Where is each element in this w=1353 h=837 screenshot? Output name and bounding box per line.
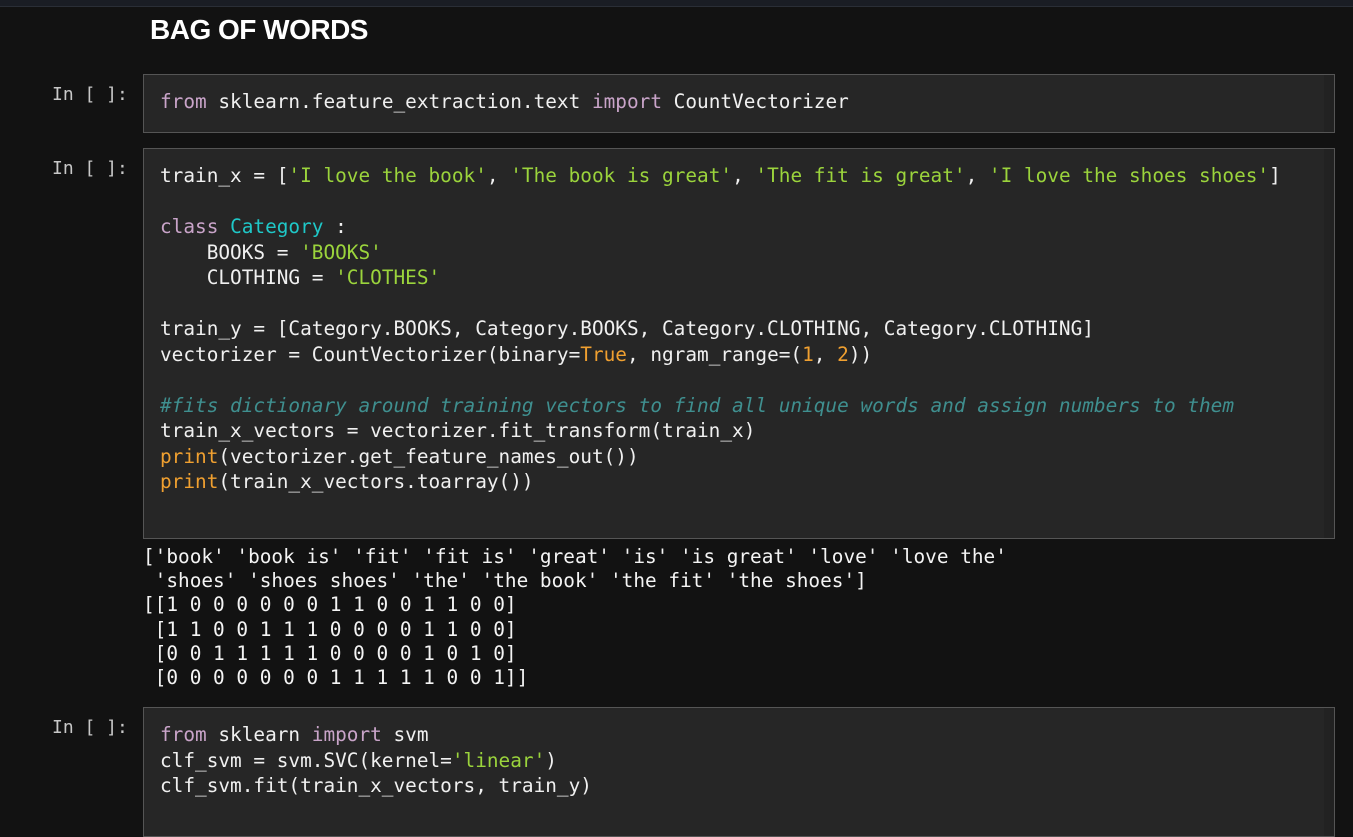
cell-output: ['book' 'book is' 'fit' 'fit is' 'great'… xyxy=(143,545,1007,690)
code-token: CLOTHING = xyxy=(160,266,336,289)
code-token: sklearn xyxy=(206,723,312,746)
cell-prompt: In [ ]: xyxy=(52,84,128,105)
cell-prompt: In [ ]: xyxy=(52,717,128,738)
code-token: sklearn.feature_extraction.text xyxy=(206,90,592,113)
code-line: from sklearn import svm xyxy=(160,722,592,748)
code-token: , xyxy=(732,164,756,187)
code-token: BOOKS = xyxy=(160,240,301,264)
code-token: 'The book is great' xyxy=(510,164,733,187)
cell-scrollbar[interactable] xyxy=(1324,149,1334,538)
cell-scrollbar[interactable] xyxy=(1324,75,1334,132)
code-token: class xyxy=(160,215,219,238)
output-line: [0 0 0 0 0 0 0 1 1 1 1 1 0 0 1]] xyxy=(143,666,529,690)
code-token: CountVectorizer xyxy=(662,90,849,113)
output-line: [0 0 1 1 1 1 1 0 0 0 0 1 0 1 0] xyxy=(143,641,517,665)
code-token: Category xyxy=(230,215,324,238)
code-token: from xyxy=(160,723,207,746)
top-bar xyxy=(0,0,1353,7)
code-token: , xyxy=(813,342,838,366)
code-editor[interactable]: from sklearn.feature_extraction.text imp… xyxy=(160,89,849,115)
code-token: 'I love the shoes shoes' xyxy=(988,164,1270,187)
output-line: ['book' 'book is' 'fit' 'fit is' 'great'… xyxy=(143,545,1007,568)
code-token: from xyxy=(160,90,207,113)
code-line: train_x = ['I love the book', 'The book … xyxy=(160,163,1281,189)
code-token: 'linear' xyxy=(451,748,546,772)
code-line: class Category : xyxy=(160,214,1281,240)
cell-prompt: In [ ]: xyxy=(52,158,128,179)
code-token: ) xyxy=(545,748,557,772)
code-line: print(vectorizer.get_feature_names_out()… xyxy=(160,444,1281,470)
code-token: #fits dictionary around training vectors… xyxy=(160,393,1235,417)
code-token: : xyxy=(323,215,347,238)
code-token: (train_x_vectors.toarray()) xyxy=(218,470,534,493)
code-token: , xyxy=(486,164,511,187)
code-line: from sklearn.feature_extraction.text imp… xyxy=(160,89,849,115)
code-token: clf_svm.fit(train_x_vectors, train_y) xyxy=(160,774,592,797)
code-token: train_y = [Category.BOOKS, Category.BOOK… xyxy=(160,317,1094,340)
code-token: 2 xyxy=(837,342,849,366)
code-token: print xyxy=(160,470,219,493)
code-editor[interactable]: from sklearn import svm clf_svm = svm.SVC… xyxy=(160,722,592,799)
code-token: train_x_vectors = vectorizer.fit_transfo… xyxy=(160,419,756,442)
code-cell-vectorizer[interactable]: train_x = ['I love the book', 'The book … xyxy=(143,148,1335,539)
markdown-heading: BAG OF WORDS xyxy=(150,14,369,45)
code-cell-import[interactable]: from sklearn.feature_extraction.text imp… xyxy=(143,74,1335,133)
code-token: )) xyxy=(848,342,873,366)
code-token: svm xyxy=(381,723,429,746)
code-line: train_y = [Category.BOOKS, Category.BOOK… xyxy=(160,316,1281,342)
output-line: [1 1 0 0 1 1 1 0 0 0 0 1 1 0 0] xyxy=(143,617,517,641)
code-line: CLOTHING = 'CLOTHES' xyxy=(160,265,1281,291)
code-token: , ngram_range=( xyxy=(626,342,803,366)
code-line: clf_svm.fit(train_x_vectors, train_y) xyxy=(160,773,592,799)
output-line: 'shoes' 'shoes shoes' 'the' 'the book' '… xyxy=(143,569,867,593)
code-token: import xyxy=(591,90,662,113)
code-token: 'I love the book' xyxy=(288,164,487,187)
code-line: vectorizer = CountVectorizer(binary=True… xyxy=(160,342,1281,368)
output-line: [[1 0 0 0 0 0 0 1 1 0 0 1 1 0 0] xyxy=(143,593,517,617)
code-editor[interactable]: train_x = ['I love the book', 'The book … xyxy=(160,163,1281,495)
code-token: (vectorizer.get_feature_names_out()) xyxy=(218,444,639,468)
code-line: print(train_x_vectors.toarray()) xyxy=(160,469,1281,495)
code-token: clf_svm = svm.SVC(kernel= xyxy=(160,748,452,772)
code-cell-svm[interactable]: from sklearn import svm clf_svm = svm.SVC… xyxy=(143,707,1335,837)
code-token: 'CLOTHES' xyxy=(335,266,441,289)
code-line: BOOKS = 'BOOKS' xyxy=(160,240,1281,266)
code-token: 'BOOKS' xyxy=(300,240,382,264)
code-token: True xyxy=(580,342,627,366)
code-token: print xyxy=(160,444,219,468)
code-line: train_x_vectors = vectorizer.fit_transfo… xyxy=(160,418,1281,444)
code-token: train_x = [ xyxy=(160,164,289,187)
code-token: vectorizer = CountVectorizer(binary= xyxy=(160,342,581,366)
code-token: import xyxy=(311,723,382,746)
code-line: clf_svm = svm.SVC(kernel='linear') xyxy=(160,748,592,774)
code-token: , xyxy=(965,164,989,187)
code-token: ] xyxy=(1269,164,1281,187)
code-token: 'The fit is great' xyxy=(755,164,966,187)
cell-scrollbar[interactable] xyxy=(1324,708,1334,836)
code-token: 1 xyxy=(802,342,814,366)
code-line: #fits dictionary around training vectors… xyxy=(160,393,1281,419)
